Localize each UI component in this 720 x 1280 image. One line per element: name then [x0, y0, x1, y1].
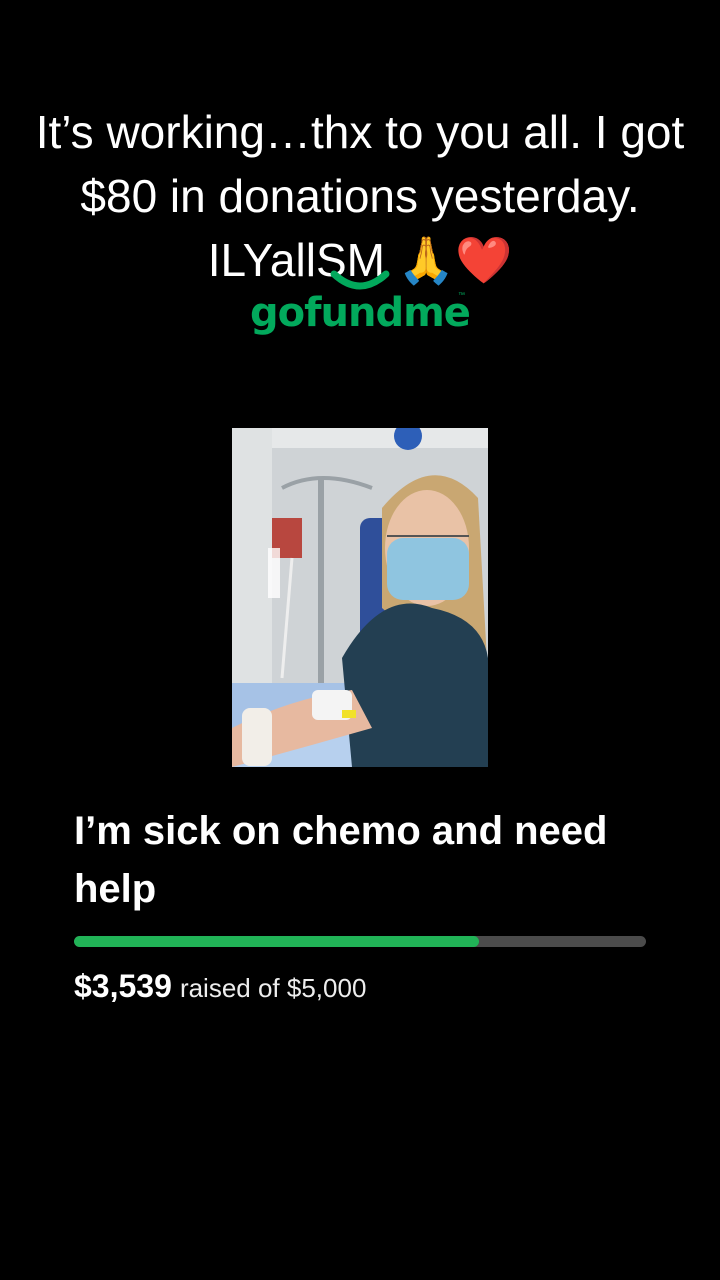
campaign-photo — [232, 428, 488, 767]
goal-text: raised of $5,000 — [179, 973, 367, 1003]
logo-trademark: ™ — [458, 292, 465, 299]
funding-progress-bar — [74, 936, 646, 947]
campaign-title: I’m sick on chemo and need help — [74, 809, 608, 911]
raised-amount: $3,539 — [74, 968, 172, 1004]
logo-wordmark: gofundme — [250, 290, 471, 336]
gofundme-logo: gofundme ™ — [230, 262, 490, 352]
funding-amounts: $3,539 raised of $5,000 — [74, 968, 366, 1005]
funding-progress-fill — [74, 936, 479, 947]
